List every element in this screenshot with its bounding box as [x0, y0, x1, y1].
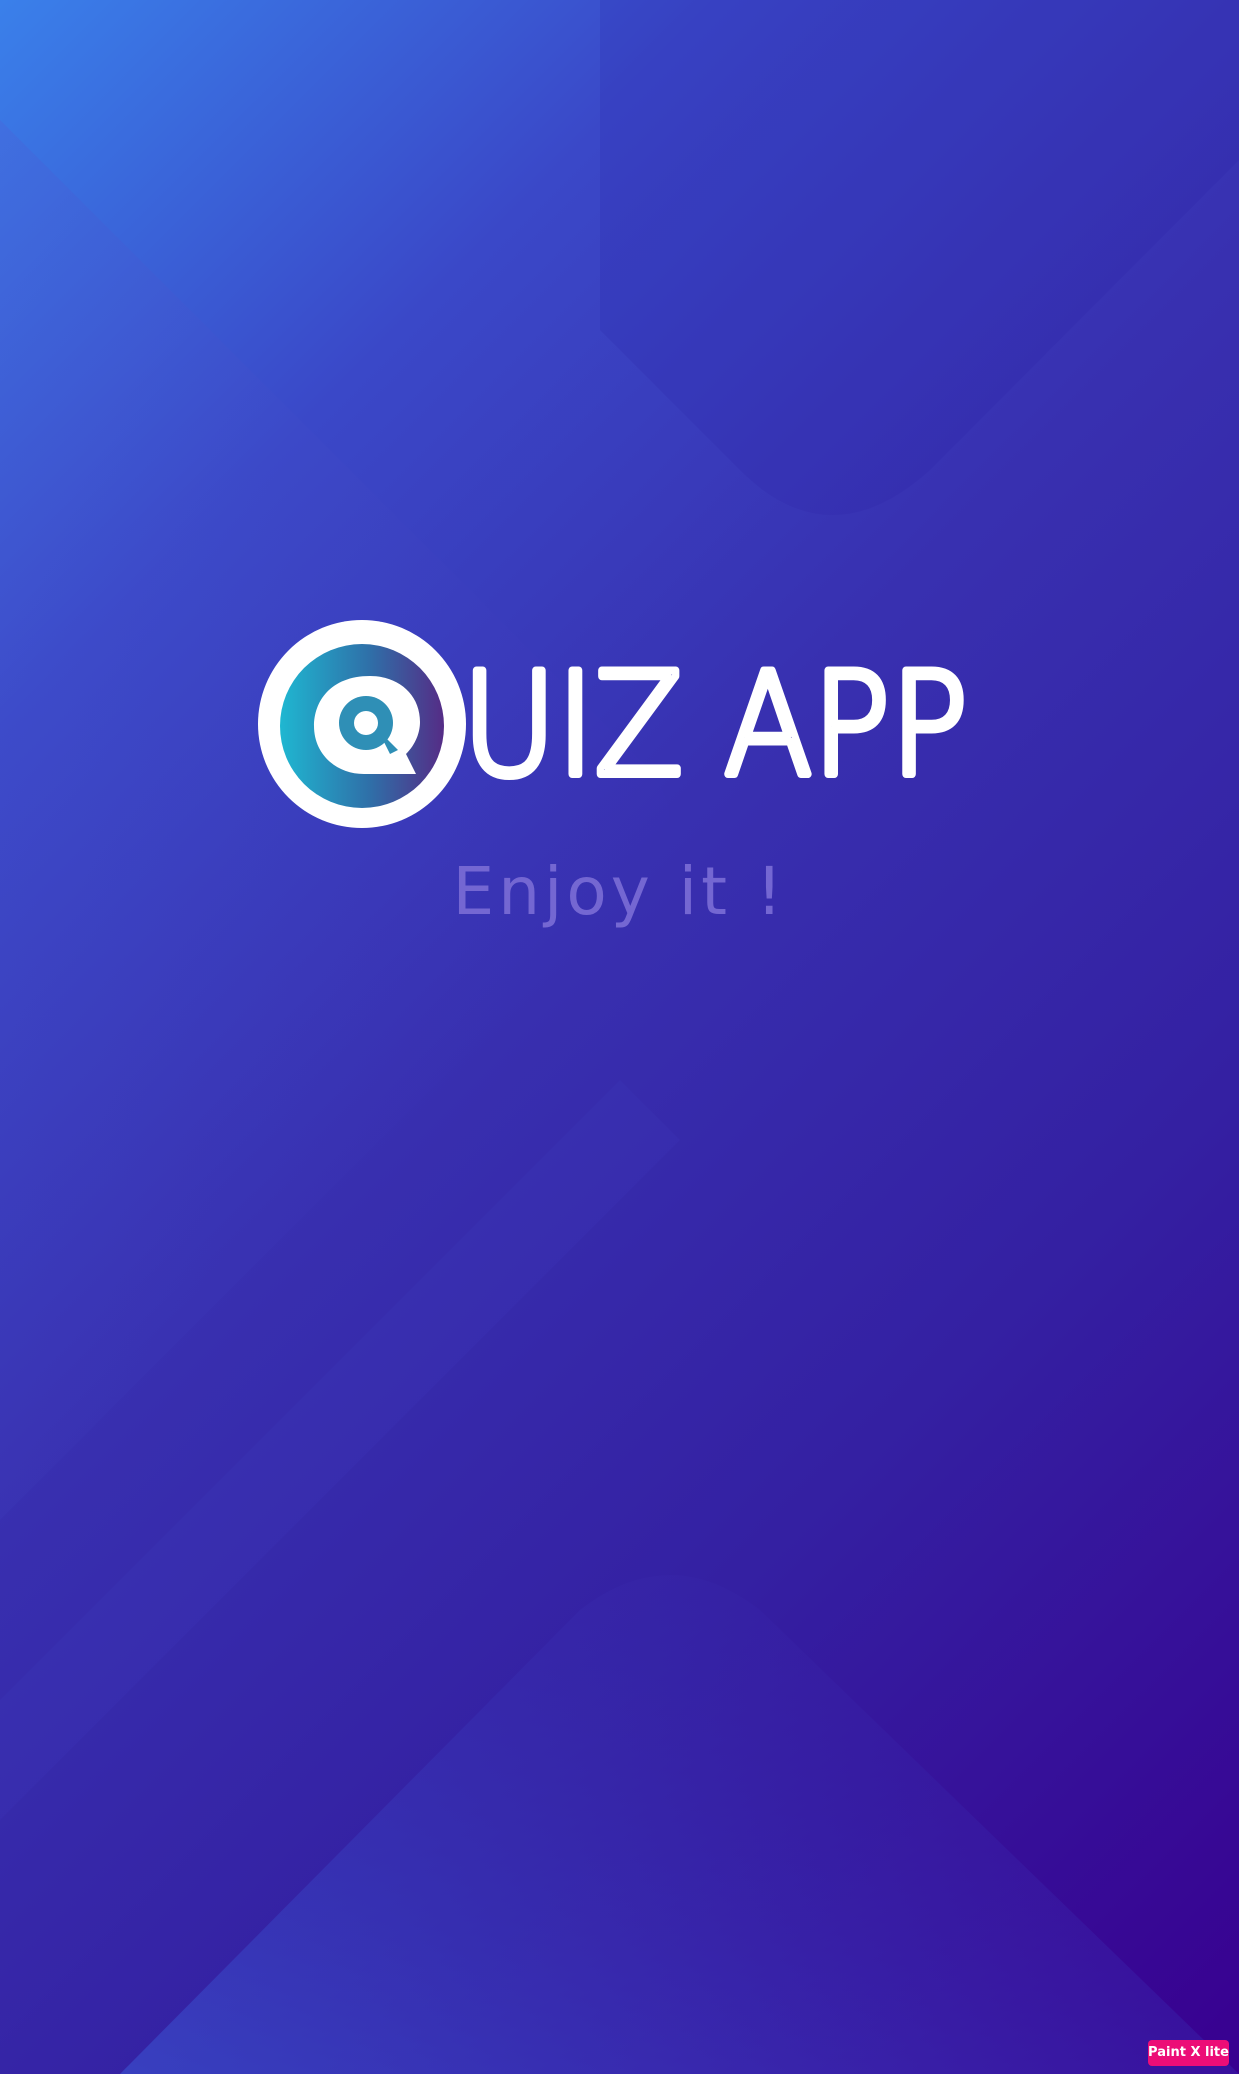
app-title: UIZ APP — [462, 646, 972, 806]
background-band-bottom — [120, 1575, 1239, 2074]
tagline: Enjoy it ! — [452, 853, 787, 930]
splash-screen: UIZ APP Enjoy it ! Paint X lite — [0, 0, 1239, 2074]
quiz-logo-icon — [258, 620, 466, 828]
app-title-text: UIZ APP — [462, 646, 968, 806]
paint-x-lite-watermark: Paint X lite — [1148, 2040, 1229, 2066]
background-band-right — [600, 0, 1239, 515]
background-decoration — [0, 0, 1239, 2074]
